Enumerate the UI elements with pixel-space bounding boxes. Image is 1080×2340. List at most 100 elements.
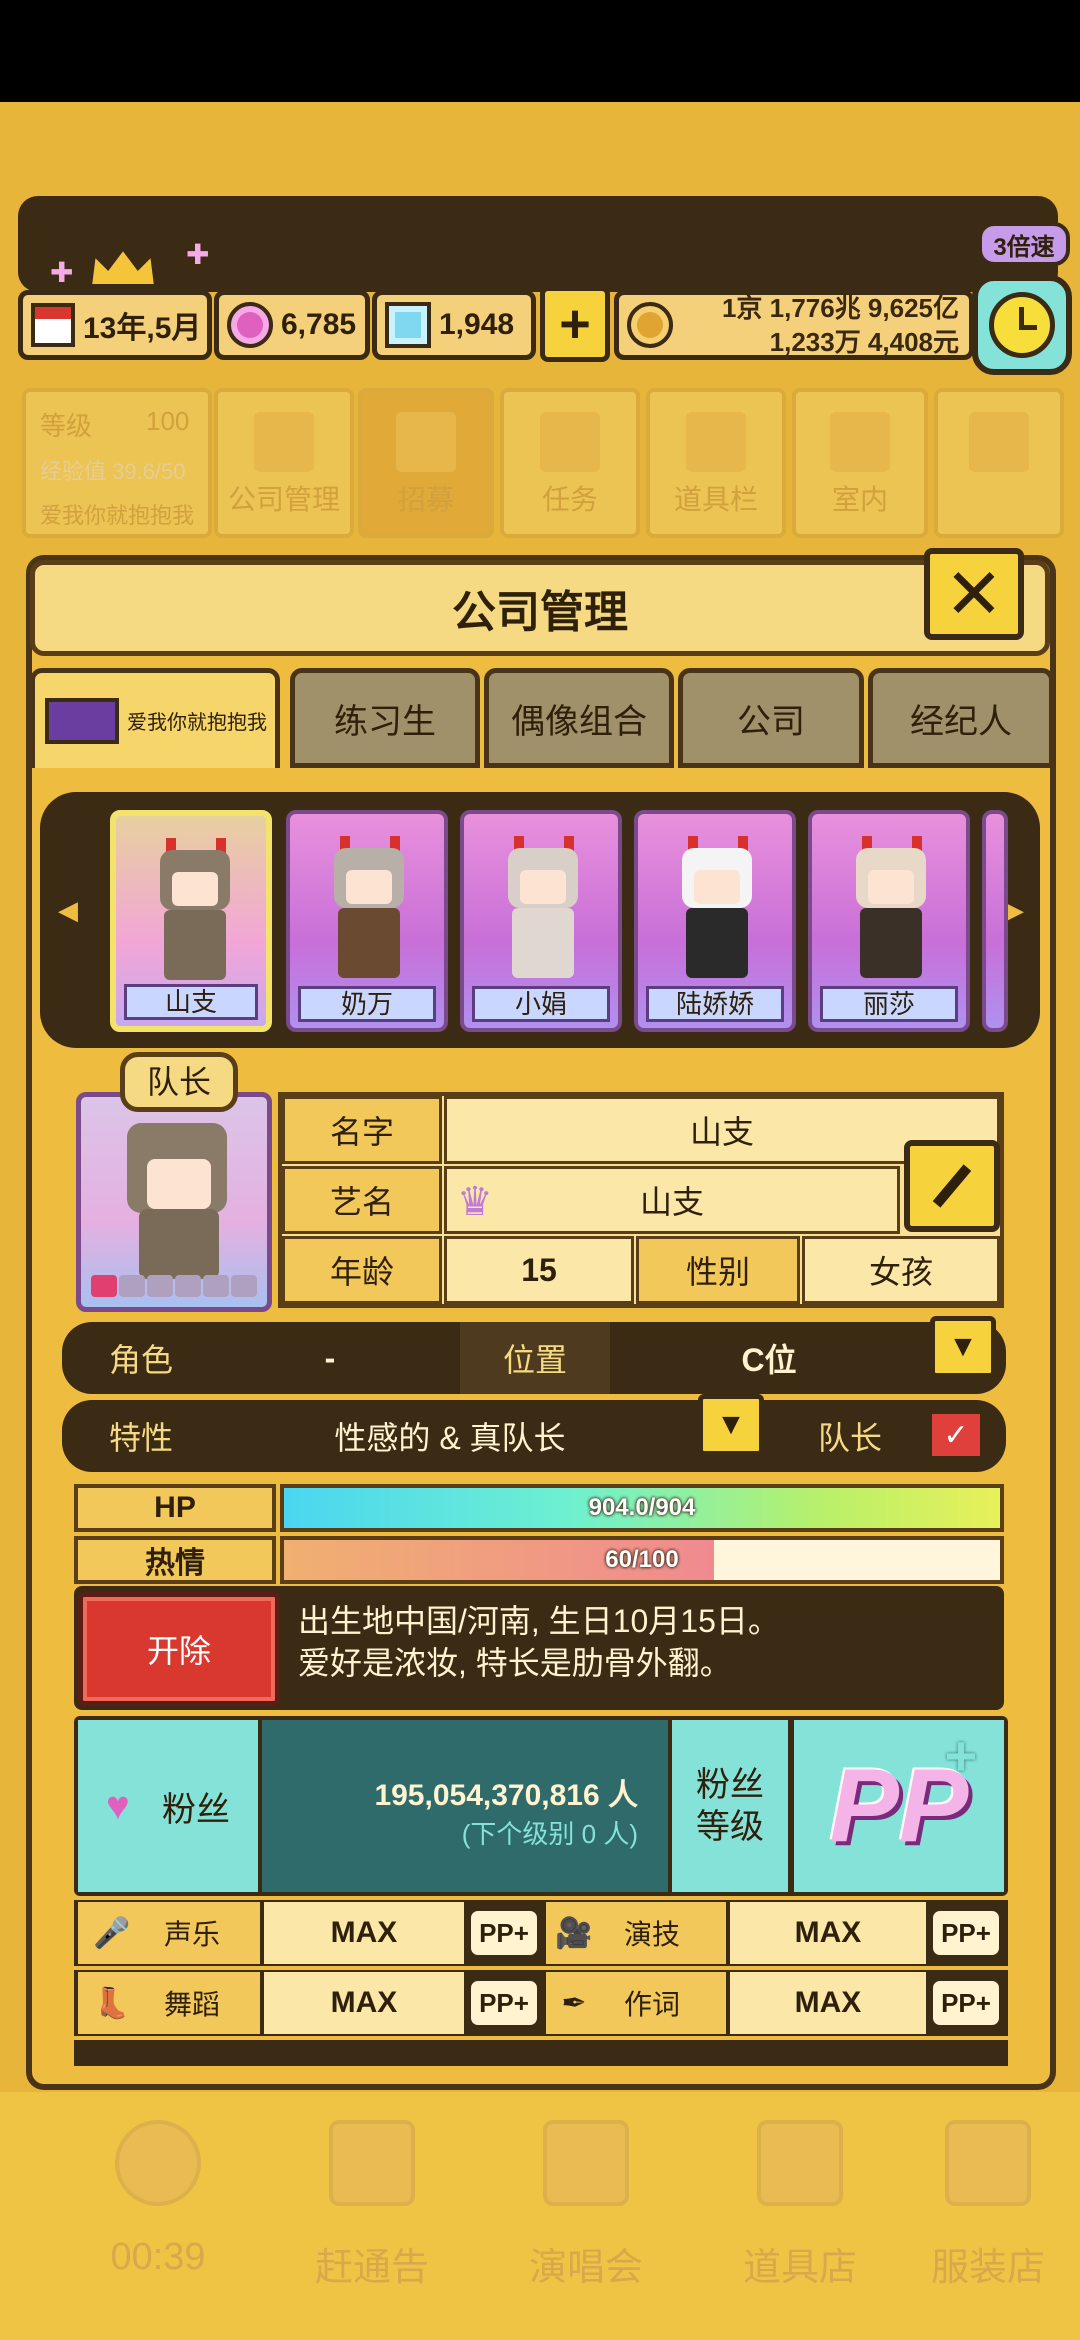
skill-acting-value: MAX	[730, 1902, 926, 1964]
edit-name-button[interactable]	[904, 1140, 1000, 1232]
menu-recruit-bg: 招募	[358, 388, 494, 538]
calendar-icon	[329, 2120, 415, 2206]
member-avatar	[676, 836, 758, 986]
level-value: 100	[146, 406, 190, 436]
name-label: 名字	[282, 1096, 442, 1164]
fire-button[interactable]: 开除	[78, 1592, 280, 1706]
leader-badge: 队长	[120, 1052, 238, 1112]
gem-counter[interactable]: 6,785	[214, 290, 370, 360]
menu-tasks-bg: 任务	[500, 388, 640, 538]
sparkle-icon: ✚	[50, 257, 74, 288]
vocal-pp-button[interactable]: PP+	[468, 1908, 540, 1958]
passion-bar: 60/100	[280, 1536, 1004, 1584]
add-currency-button[interactable]: +	[540, 286, 610, 362]
chevron-down-icon: ▼	[948, 1330, 978, 1363]
coin-icon	[627, 302, 673, 348]
diamond-count: 1,948	[439, 308, 515, 341]
dance-pp-button[interactable]: PP+	[468, 1978, 540, 2028]
fans-level-label: 粉丝 等级	[672, 1720, 788, 1892]
menu-items-bg: 道具栏	[646, 388, 786, 538]
nav-item-shop[interactable]: 道具店	[712, 2100, 888, 2340]
gem-count: 6,785	[281, 308, 357, 341]
clock-icon	[115, 2120, 201, 2206]
check-icon: ✓	[943, 1418, 969, 1452]
skill-vocal-label-box: 🎤 声乐	[78, 1902, 260, 1964]
position-value: C位	[741, 1342, 797, 1378]
member-card[interactable]: 山支	[110, 810, 272, 1032]
bio-line-2: 爱好是浓妆, 特长是肋骨外翻。	[298, 1645, 732, 1681]
member-name: 丽莎	[820, 986, 958, 1022]
nav-timer[interactable]: 00:39	[70, 2100, 246, 2340]
member-name: 小娟	[472, 986, 610, 1022]
member-name: 奶万	[298, 986, 436, 1022]
costume-icon	[945, 2120, 1031, 2206]
plus-icon: +	[944, 1724, 978, 1787]
camera-icon: 🎥	[555, 1916, 593, 1950]
passion-label: 热情	[74, 1536, 276, 1584]
trait-value: 性感的 & 真队长	[334, 1420, 566, 1456]
clock-icon	[989, 292, 1055, 358]
tab-trainees[interactable]: 练习生	[290, 668, 480, 768]
tab-company[interactable]: 公司	[678, 668, 864, 768]
fans-count: 195,054,370,816 人	[374, 1779, 638, 1812]
pp-plus-button[interactable]: PP +	[794, 1720, 1004, 1892]
member-card[interactable]: 陆娇娇	[634, 810, 796, 1032]
trait-label: 特性	[108, 1420, 173, 1456]
pen-icon	[932, 1164, 972, 1208]
stage-name-value: ♛ 山支	[444, 1166, 900, 1234]
level-panel-bg: 等级 100 经验值 39.6/50 爱我你就抱抱我	[22, 388, 212, 538]
leader-checkbox[interactable]: ✓	[928, 1410, 984, 1460]
tab-group[interactable]: 爱我你就抱抱我	[30, 668, 280, 768]
nav-concert[interactable]: 演唱会	[498, 2100, 674, 2340]
diamond-counter[interactable]: 1,948	[372, 290, 536, 360]
member-card-partial[interactable]	[982, 810, 1008, 1032]
gender-value: 女孩	[802, 1236, 1000, 1304]
diamond-icon	[385, 302, 431, 348]
skill-dance-label-box: 👢 舞蹈	[78, 1972, 260, 2034]
tab-group-label: 爱我你就抱抱我	[127, 712, 267, 734]
fans-next-level: (下个级别 0 人)	[461, 1819, 638, 1849]
speed-badge: 3倍速	[978, 222, 1070, 266]
crown-icon: ♛	[457, 1180, 493, 1224]
speed-clock-button[interactable]	[972, 275, 1072, 375]
member-name: 山支	[124, 984, 258, 1020]
age-label: 年龄	[282, 1236, 442, 1304]
panel-bottom-edge	[26, 2066, 1056, 2090]
tab-idol-group[interactable]: 偶像组合	[484, 668, 674, 768]
skill-acting-label-box: 🎥 演技	[546, 1902, 726, 1964]
close-icon: ✕	[944, 555, 1004, 633]
tab-manager[interactable]: 经纪人	[868, 668, 1054, 768]
member-card[interactable]: 丽莎	[808, 810, 970, 1032]
nav-costume-shop[interactable]: 服装店	[900, 2100, 1076, 2340]
scroll-left-arrow-icon[interactable]: ◀	[58, 895, 78, 926]
pen-icon: ✒	[561, 1986, 587, 2020]
fans-label: 粉丝	[162, 1790, 230, 1829]
close-button[interactable]: ✕	[924, 548, 1024, 640]
trait-dropdown-button[interactable]: ▼	[698, 1394, 764, 1456]
skill-dance-value: MAX	[264, 1972, 464, 2034]
position-dropdown-button[interactable]: ▼	[930, 1316, 996, 1378]
member-avatar	[502, 836, 584, 986]
member-name: 陆娇娇	[646, 986, 784, 1022]
member-avatar	[328, 836, 410, 986]
age-value: 15	[444, 1236, 634, 1304]
skill-lyrics-value: MAX	[730, 1972, 926, 2034]
position-label: 位置	[460, 1322, 610, 1394]
member-avatar	[154, 838, 236, 988]
sparkle-icon: ✚	[186, 239, 210, 270]
stage-icon	[543, 2120, 629, 2206]
money-line-2: 1,233万 4,408元	[769, 327, 959, 357]
nav-schedule[interactable]: 赶通告	[284, 2100, 460, 2340]
panel-title-bar: 公司管理	[30, 560, 1050, 656]
lyrics-pp-button[interactable]: PP+	[930, 1978, 1002, 2028]
skill-lyrics-label-box: ✒ 作词	[546, 1972, 726, 2034]
stage-name-label: 艺名	[282, 1166, 442, 1234]
member-card[interactable]: 小娟	[460, 810, 622, 1032]
member-avatar	[850, 836, 932, 986]
member-card[interactable]: 奶万	[286, 810, 448, 1032]
shoe-icon: 👢	[93, 1986, 131, 2020]
fans-label-box: ♥ 粉丝	[78, 1720, 258, 1892]
crown-icon	[86, 244, 160, 290]
acting-pp-button[interactable]: PP+	[930, 1908, 1002, 1958]
money-display: 1京 1,776兆 9,625亿 1,233万 4,408元	[614, 290, 974, 360]
